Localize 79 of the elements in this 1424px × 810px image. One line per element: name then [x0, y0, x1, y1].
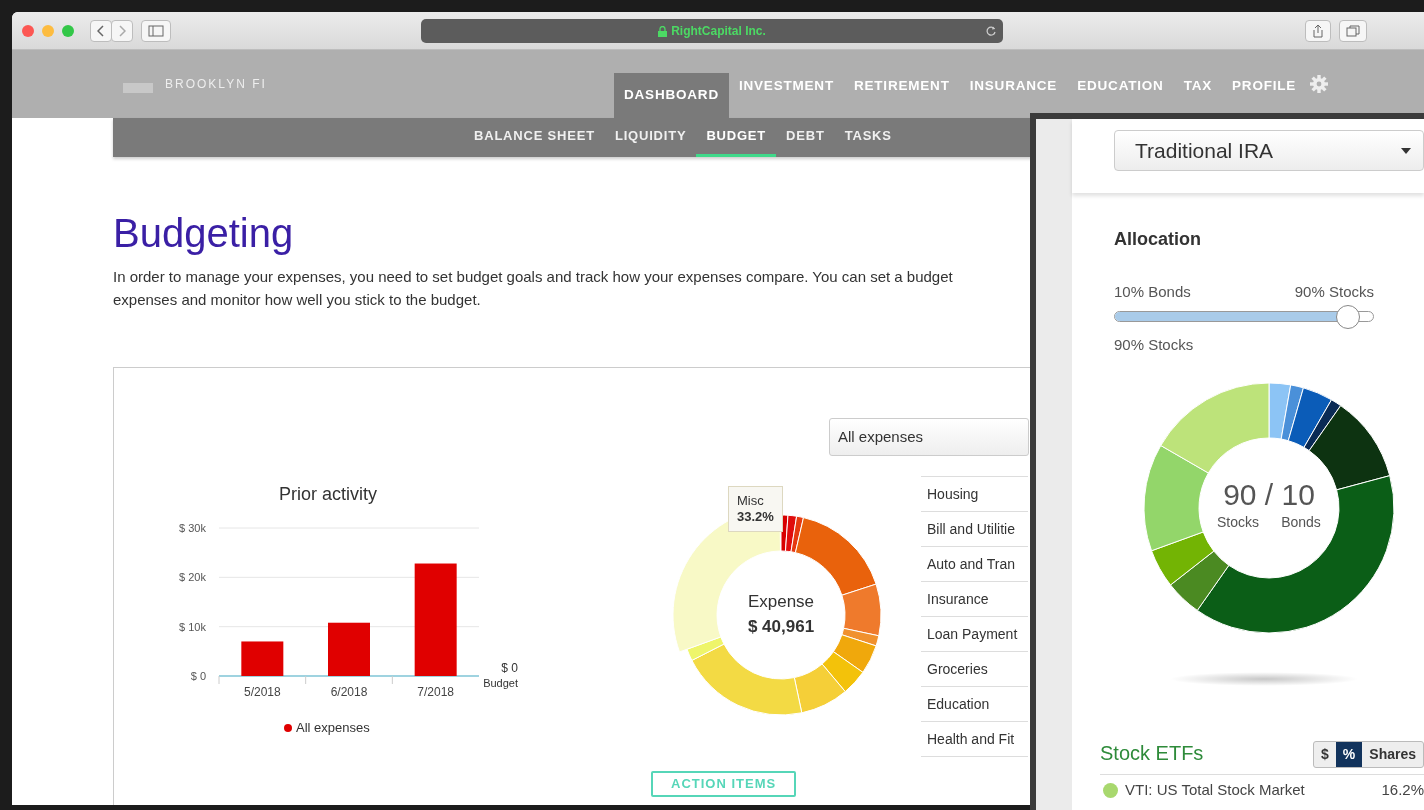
category-row[interactable]: Loan Payment	[921, 617, 1028, 652]
page-title: Budgeting	[113, 210, 294, 257]
slider-label: 10% Bonds	[1114, 282, 1191, 302]
subnav-tab[interactable]: TASKS	[834, 118, 902, 157]
nav-tab[interactable]: DASHBOARD	[614, 73, 729, 118]
subnav-tab[interactable]: DEBT	[776, 118, 835, 157]
chart-title: Prior activity	[279, 484, 377, 504]
share-icon	[1312, 23, 1324, 38]
subnav-tab[interactable]: BUDGET	[696, 118, 777, 157]
donut-label: Bonds	[1281, 514, 1321, 530]
chevron-left-icon	[97, 24, 105, 37]
slider-thumb[interactable]	[1336, 304, 1360, 329]
allocation-slider[interactable]	[1114, 303, 1374, 330]
back-button[interactable]	[90, 19, 112, 42]
lock-icon	[658, 25, 668, 37]
zoom-window-button[interactable]	[62, 24, 74, 37]
budget-annotation: $ 0	[501, 661, 518, 675]
subnav-tab[interactable]: BALANCE SHEET	[464, 118, 605, 157]
legend-label: All expenses	[296, 720, 370, 735]
donut-slice	[821, 651, 864, 693]
nav-tab[interactable]: INSURANCE	[959, 73, 1068, 99]
category-row[interactable]: Insurance	[921, 582, 1028, 617]
category-row[interactable]: Housing	[921, 477, 1028, 512]
sidebar-button[interactable]	[141, 19, 171, 42]
account-select[interactable]: Traditional IRA	[1114, 130, 1424, 171]
etf-name: VTI: US Total Stock Market	[1125, 780, 1305, 801]
nav-tab[interactable]: EDUCATION	[1067, 73, 1174, 99]
chevron-right-icon	[118, 24, 126, 37]
nav-tab[interactable]: INVESTMENT	[728, 73, 844, 99]
section-title: Stock ETFs	[1100, 741, 1204, 766]
budget-annotation: Budget	[483, 677, 518, 689]
category-row[interactable]: Education	[921, 687, 1028, 722]
subnav-tab[interactable]: LIQUIDITY	[604, 118, 697, 157]
section-title: Allocation	[1114, 228, 1202, 251]
sidebar-icon	[148, 24, 164, 37]
nav-tab[interactable]: RETIREMENT	[843, 73, 960, 99]
slider-label: 90% Stocks	[1294, 282, 1374, 302]
caret-icon	[1401, 147, 1411, 154]
donut-label: Stocks	[1217, 514, 1259, 530]
forward-button[interactable]	[111, 19, 133, 42]
unit-option[interactable]: $	[1314, 742, 1336, 767]
address-text: RightCapital Inc.	[671, 23, 766, 38]
allocation-ratio: 90 / 10	[1223, 478, 1315, 511]
donut-total: $ 40,961	[747, 617, 815, 636]
tabs-icon	[1346, 24, 1360, 37]
share-button[interactable]	[1305, 19, 1331, 42]
minimize-window-button[interactable]	[42, 24, 54, 37]
description-text: expenses and monitor how well you stick to the budget.	[113, 290, 481, 310]
axis-label: 5/2018	[244, 685, 281, 699]
settings-icon[interactable]	[1310, 75, 1329, 93]
donut-label: Expense	[747, 592, 815, 611]
axis-label: $ 30k	[179, 522, 206, 534]
tabs-button[interactable]	[1339, 19, 1367, 42]
category-row[interactable]: Auto and Tran	[921, 547, 1028, 582]
axis-label: $ 10k	[179, 620, 206, 633]
axis-label: $ 0	[190, 670, 206, 682]
tooltip-value: 33.2%	[737, 509, 774, 525]
logo-icon	[123, 83, 153, 93]
bar	[328, 622, 370, 676]
close-window-button[interactable]	[22, 24, 34, 37]
nav-tab[interactable]: TAX	[1173, 73, 1223, 99]
tooltip-label: Misc	[737, 493, 765, 509]
category-row[interactable]: Bill and Utilitie	[921, 512, 1028, 547]
expense-filter-select[interactable]: All expenses	[829, 418, 1029, 456]
axis-label: $ 20k	[179, 571, 206, 584]
account-value: Traditional IRA	[1135, 137, 1274, 164]
slider-reading: 90% Stocks	[1114, 334, 1195, 355]
axis-label: 7/2018	[417, 685, 454, 699]
axis-label: 6/2018	[330, 685, 368, 699]
description-text: In order to manage your expenses, you need to set budget goals and track how your expenses compare. You can set a budget	[113, 267, 953, 287]
bar	[241, 641, 284, 676]
etf-share: 16.2%	[1381, 780, 1424, 801]
category-row[interactable]: Groceries	[921, 652, 1028, 687]
reload-icon[interactable]	[985, 24, 997, 37]
unit-option[interactable]: Shares	[1362, 742, 1423, 767]
unit-option[interactable]: %	[1335, 742, 1363, 767]
nav-tab[interactable]: PROFILE	[1222, 73, 1307, 99]
address-bar[interactable]: RightCapital Inc.	[421, 18, 1003, 43]
category-row[interactable]: Health and Fit	[921, 722, 1028, 757]
